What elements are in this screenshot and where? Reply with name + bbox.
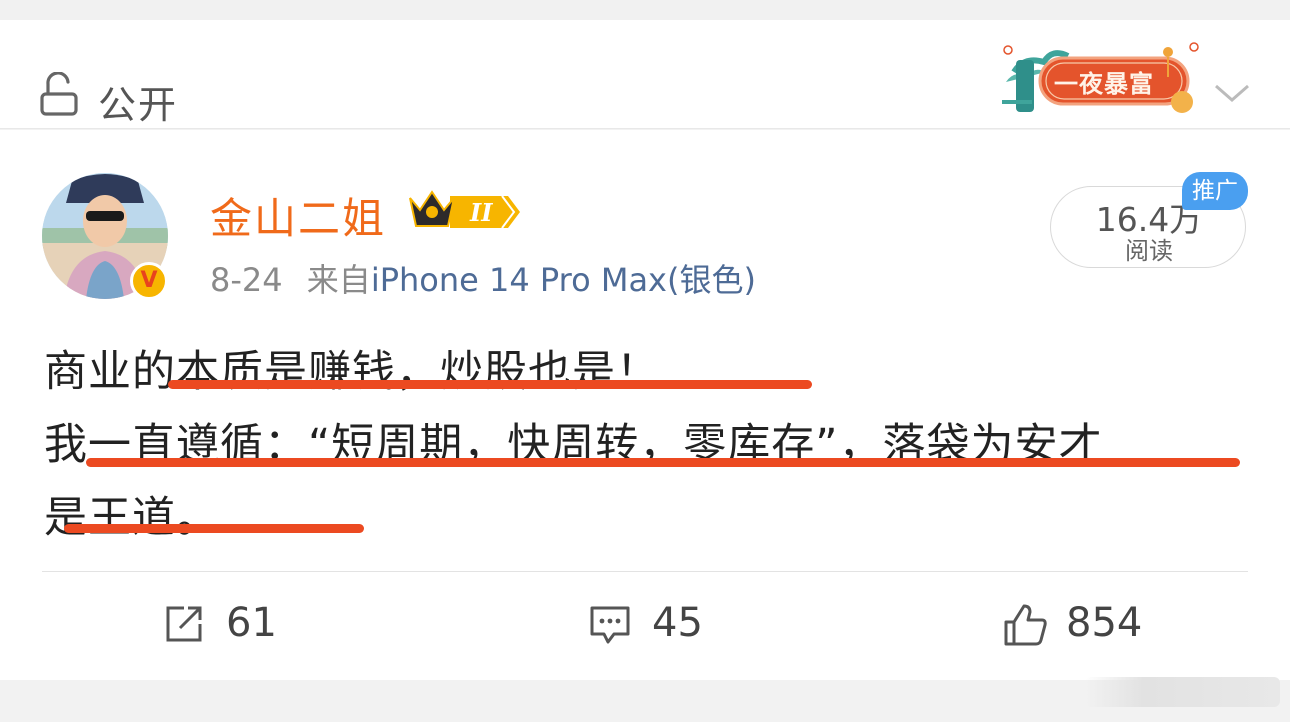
post-date: 8-24 xyxy=(210,261,283,299)
post-line: 商业的本质是赚钱，炒股也是！ xyxy=(44,347,660,397)
device-source[interactable]: iPhone 14 Pro Max(银色) xyxy=(371,261,756,299)
like-count: 854 xyxy=(1066,600,1143,646)
post-line: 我一直遵循：“短周期，快周转，零库存”，落袋为安才 xyxy=(44,420,1103,470)
post-line: 是王道。 xyxy=(44,493,220,543)
watermark-blur xyxy=(1085,677,1280,707)
source-prefix: 来自 xyxy=(306,261,371,299)
post-meta: 8-24 来自iPhone 14 Pro Max(银色) xyxy=(210,255,756,301)
repost-icon xyxy=(166,606,202,642)
badge-text: 一夜暴富 xyxy=(1054,69,1154,98)
author-name[interactable]: 金山二姐 xyxy=(210,185,386,246)
top-strip xyxy=(0,0,1290,20)
comment-icon xyxy=(590,606,630,644)
highlight-underline xyxy=(86,458,1240,467)
highlight-underline xyxy=(64,524,364,533)
divider xyxy=(42,571,1248,572)
visibility-label: 公开 xyxy=(98,83,179,127)
visibility-bar[interactable]: 公开 一夜暴富 xyxy=(0,20,1290,129)
highlight-underline xyxy=(168,380,812,389)
fortune-badge: 一夜暴富 xyxy=(996,42,1208,120)
lock-open-icon xyxy=(40,72,78,116)
svg-text:II: II xyxy=(469,198,493,227)
chevron-down-icon[interactable] xyxy=(1212,78,1252,108)
post-content: 商业的本质是赚钱，炒股也是！ 我一直遵循：“短周期，快周转，零库存”，落袋为安才… xyxy=(44,336,1254,555)
thumbs-up-icon xyxy=(1004,604,1047,646)
comment-count: 45 xyxy=(652,600,703,646)
crown-level-icon[interactable]: II xyxy=(406,186,522,232)
verified-badge: V xyxy=(130,262,168,300)
repost-count: 61 xyxy=(226,600,277,646)
read-label: 阅读 xyxy=(1125,237,1173,265)
weibo-post-card: V 金山二姐 II 8-24 来自iPhone 14 Pro Max(银色) 1… xyxy=(0,130,1290,680)
promo-tag[interactable]: 推广 xyxy=(1182,172,1248,210)
